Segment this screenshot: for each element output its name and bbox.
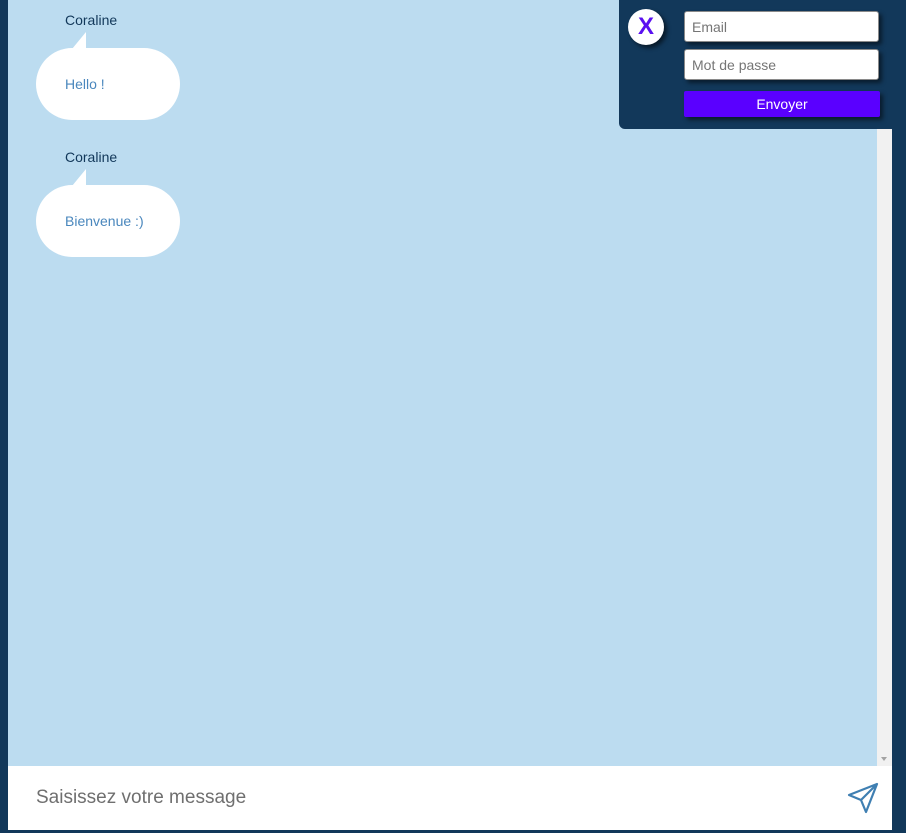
message-author: Coraline: [65, 12, 118, 28]
close-button[interactable]: X: [628, 9, 664, 45]
scroll-down-arrow-icon[interactable]: [881, 757, 887, 761]
message-input[interactable]: [8, 766, 828, 830]
bubble-tail: [72, 32, 86, 49]
message-composer: [8, 766, 892, 830]
message-bubble: Bienvenue :): [36, 185, 180, 257]
message-text: Bienvenue :): [65, 213, 144, 229]
email-field[interactable]: [684, 11, 879, 42]
login-panel: X Envoyer: [619, 0, 892, 129]
chat-app: Coraline Hello ! Coraline Bienvenue :) X…: [0, 0, 906, 833]
submit-button[interactable]: Envoyer: [684, 91, 880, 117]
send-button[interactable]: [846, 781, 880, 815]
password-field[interactable]: [684, 49, 879, 80]
message-text: Hello !: [65, 76, 105, 92]
bubble-tail: [72, 169, 86, 186]
message-bubble: Hello !: [36, 48, 180, 120]
message-author: Coraline: [65, 149, 118, 165]
send-icon: [847, 782, 879, 814]
